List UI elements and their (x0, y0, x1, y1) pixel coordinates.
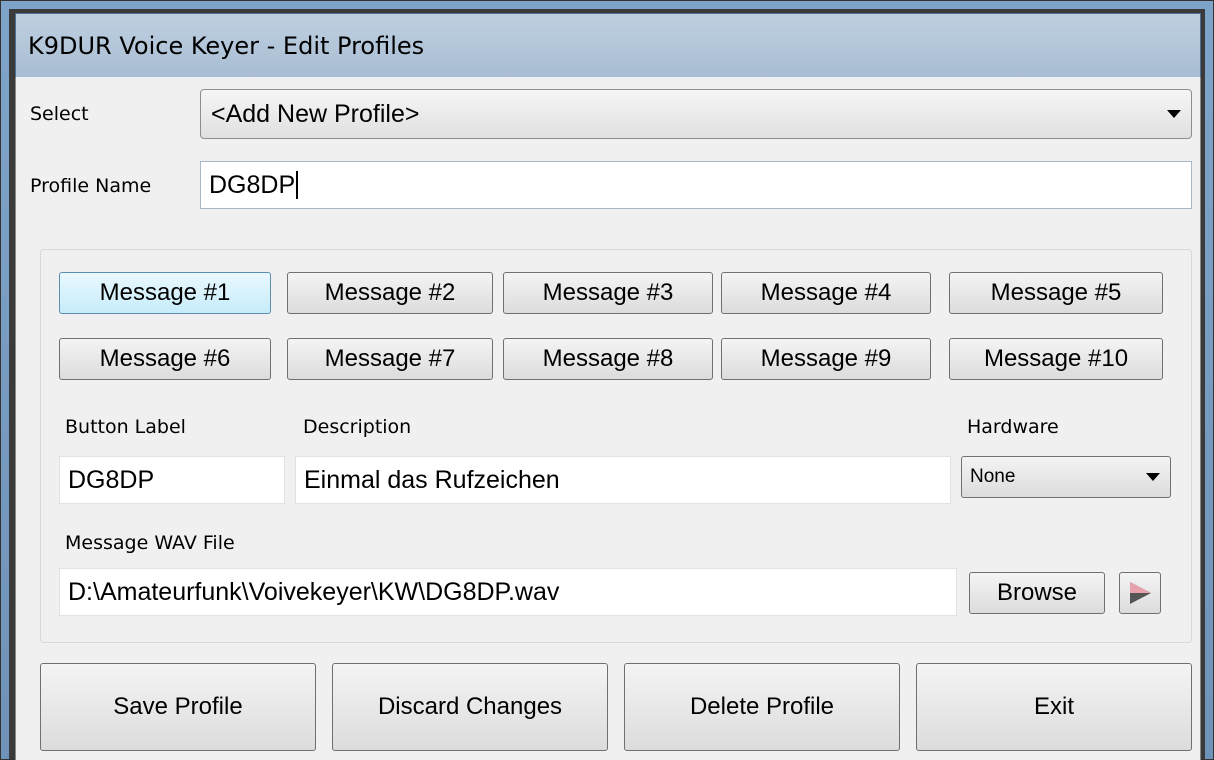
wav-file-input[interactable]: D:\Amateurfunk\Voivekeyer\KW\DG8DP.wav (59, 568, 957, 616)
message-editor-group: Message #1 Message #2 Message #3 Message… (40, 249, 1192, 643)
hardware-select[interactable]: None (961, 456, 1171, 498)
description-input[interactable]: Einmal das Rufzeichen (295, 456, 951, 504)
profile-select[interactable]: <Add New Profile> (200, 89, 1192, 139)
wav-file-value: D:\Amateurfunk\Voivekeyer\KW\DG8DP.wav (68, 577, 560, 606)
chevron-down-icon (1167, 110, 1181, 118)
title-bar[interactable]: K9DUR Voice Keyer - Edit Profiles (15, 13, 1201, 77)
select-label: Select (30, 103, 89, 125)
text-caret (296, 171, 299, 199)
message-9-button[interactable]: Message #9 (721, 338, 931, 380)
message-1-button[interactable]: Message #1 (59, 272, 271, 314)
chevron-down-icon (1146, 473, 1160, 481)
exit-button[interactable]: Exit (916, 663, 1192, 751)
hardware-value: None (970, 466, 1016, 487)
play-icon (1130, 582, 1151, 604)
description-label: Description (303, 416, 412, 438)
dialog-body: Select <Add New Profile> Profile Name DG… (15, 77, 1201, 760)
message-10-button[interactable]: Message #10 (949, 338, 1163, 380)
message-5-button[interactable]: Message #5 (949, 272, 1163, 314)
profile-section: Select <Add New Profile> Profile Name DG… (16, 77, 1200, 235)
button-label-value: DG8DP (68, 465, 155, 494)
profile-name-input[interactable]: DG8DP (200, 161, 1192, 209)
wav-file-label: Message WAV File (65, 532, 235, 554)
button-label-input[interactable]: DG8DP (59, 456, 285, 504)
play-button[interactable] (1119, 572, 1161, 614)
profile-select-value: <Add New Profile> (211, 99, 420, 128)
message-6-button[interactable]: Message #6 (59, 338, 271, 380)
save-profile-button[interactable]: Save Profile (40, 663, 316, 751)
message-8-button[interactable]: Message #8 (503, 338, 713, 380)
message-3-button[interactable]: Message #3 (503, 272, 713, 314)
delete-profile-button[interactable]: Delete Profile (624, 663, 900, 751)
message-2-button[interactable]: Message #2 (287, 272, 493, 314)
profile-name-value: DG8DP (209, 170, 296, 199)
window-title: K9DUR Voice Keyer - Edit Profiles (28, 31, 425, 60)
message-4-button[interactable]: Message #4 (721, 272, 931, 314)
description-value: Einmal das Rufzeichen (304, 465, 560, 494)
hardware-label: Hardware (967, 416, 1059, 438)
app-window: K9DUR Voice Keyer - Edit Profiles Select… (0, 0, 1214, 760)
discard-changes-button[interactable]: Discard Changes (332, 663, 608, 751)
browse-button[interactable]: Browse (969, 572, 1105, 614)
profile-name-label: Profile Name (30, 175, 152, 197)
button-label-label: Button Label (65, 416, 186, 438)
message-7-button[interactable]: Message #7 (287, 338, 493, 380)
